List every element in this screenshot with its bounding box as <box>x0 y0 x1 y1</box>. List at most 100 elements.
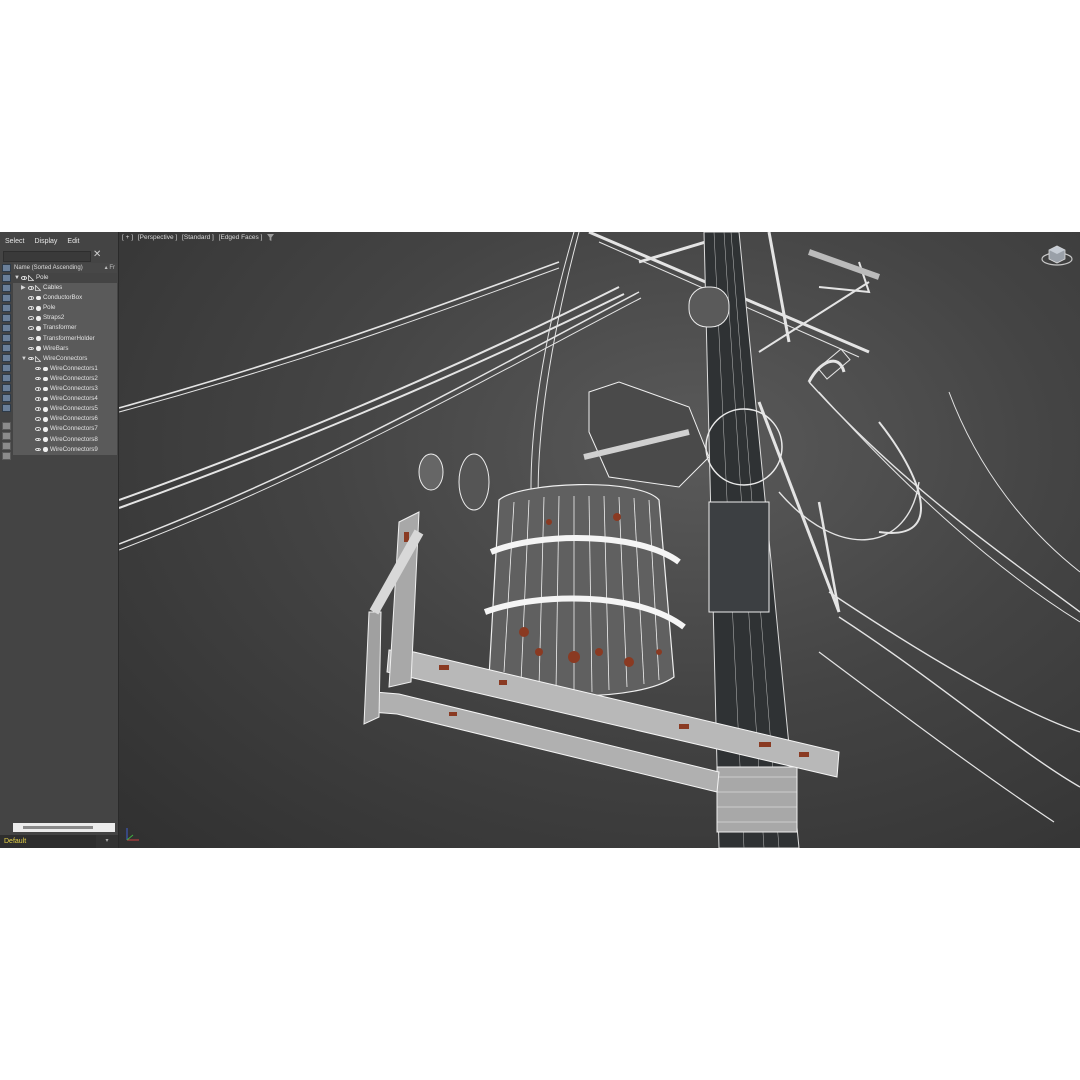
tree-row[interactable]: WireConnectors9 <box>13 444 117 455</box>
tree-row[interactable]: ConductorBox <box>13 293 117 304</box>
eye-icon[interactable] <box>28 316 34 320</box>
shape-icon[interactable] <box>2 304 11 312</box>
viewcube-icon[interactable] <box>1040 242 1074 268</box>
eye-icon[interactable] <box>35 437 41 441</box>
scene-explorer: Select Display Edit ✕ Name (Sorted Ascen… <box>0 232 119 848</box>
tree-row[interactable]: WireConnectors1 <box>13 363 117 374</box>
eye-icon[interactable] <box>35 397 41 401</box>
eye-icon[interactable] <box>28 286 34 290</box>
tree-row[interactable]: Straps2 <box>13 313 117 324</box>
object-icon <box>36 336 41 341</box>
tree-row-label: TransformerHolder <box>43 334 95 342</box>
object-icon <box>43 376 48 382</box>
object-icon <box>43 396 48 402</box>
tree-row[interactable]: TransformerHolder <box>13 333 117 344</box>
viewport-pov-menu[interactable]: [Perspective ] <box>138 234 177 241</box>
container-icon[interactable] <box>2 384 11 392</box>
tree-row[interactable]: ▼ Pole <box>13 273 117 283</box>
menu-select[interactable]: Select <box>0 238 29 245</box>
layer-icon[interactable] <box>2 422 11 430</box>
tree-row[interactable]: WireConnectors7 <box>13 424 117 435</box>
expand-right-icon[interactable]: ▶ <box>21 283 26 293</box>
tree-row[interactable]: WireConnectors3 <box>13 384 117 395</box>
eye-icon[interactable] <box>28 336 34 341</box>
xyz-axis-icon <box>126 828 139 841</box>
search-input[interactable] <box>3 251 91 262</box>
tree-row-label: Pole <box>43 304 56 312</box>
menu-display[interactable]: Display <box>29 238 62 245</box>
viewport-plus-menu[interactable]: [ + ] <box>122 234 133 241</box>
tree-row-label: Cables <box>43 284 63 292</box>
display-all-icon[interactable] <box>2 274 11 282</box>
object-icon <box>43 417 48 422</box>
helper-icon[interactable] <box>2 334 11 342</box>
layer-selector[interactable]: Default <box>0 835 96 848</box>
eye-icon[interactable] <box>35 447 41 452</box>
tree-row[interactable]: Transformer <box>13 323 117 334</box>
eye-icon[interactable] <box>35 427 41 431</box>
tree-row-label: WireBars <box>43 344 69 352</box>
sort-column-header[interactable]: ▴ Fr <box>105 263 115 273</box>
perspective-viewport[interactable]: [ + ] [Perspective ] [Standard ] [Edged … <box>119 232 1080 848</box>
tree-row[interactable]: Pole <box>13 303 117 314</box>
group-icon[interactable] <box>2 354 11 362</box>
eye-icon[interactable] <box>35 417 41 421</box>
eye-icon[interactable] <box>35 376 41 381</box>
camera-icon[interactable] <box>2 324 11 332</box>
geometry-icon[interactable] <box>2 294 11 302</box>
close-icon[interactable]: ✕ <box>93 249 101 261</box>
object-icon <box>43 407 48 412</box>
tree-row[interactable]: WireConnectors5 <box>13 404 117 415</box>
tree-row[interactable]: WireBars <box>13 343 117 354</box>
expand-down-icon[interactable]: ▼ <box>21 354 27 364</box>
transformer-pole-wireframe <box>119 232 1080 848</box>
tree-row[interactable]: WireConnectors6 <box>13 414 117 425</box>
tree-row[interactable]: WireConnectors8 <box>13 434 117 445</box>
eye-icon[interactable] <box>28 296 34 300</box>
eye-icon[interactable] <box>35 407 41 411</box>
xref-icon[interactable] <box>2 364 11 372</box>
chevron-down-icon[interactable]: ▾ <box>96 835 118 848</box>
eye-icon[interactable] <box>35 366 41 371</box>
tree-row[interactable]: ▼ WireConnectors <box>13 353 117 364</box>
tree-row[interactable]: WireConnectors2 <box>13 373 117 385</box>
viewport-shading-standard-menu[interactable]: [Standard ] <box>182 234 214 241</box>
display-none-icon[interactable] <box>2 264 11 272</box>
tree-row-label: WireConnectors8 <box>50 435 98 443</box>
object-icon <box>36 346 41 351</box>
column-header-label: Name (Sorted Ascending) <box>14 265 83 271</box>
tree-row[interactable]: ▶ Cables <box>13 283 117 294</box>
tree-row-label: WireConnectors <box>43 354 88 362</box>
tree-row-label: WireConnectors3 <box>50 385 98 393</box>
tree-row[interactable]: WireConnectors4 <box>13 394 117 405</box>
funnel-icon[interactable] <box>2 442 11 450</box>
eye-icon[interactable] <box>28 356 34 361</box>
eye-icon[interactable] <box>28 346 34 351</box>
tree-row-label: WireConnectors2 <box>50 374 98 382</box>
frozen-icon[interactable] <box>2 394 11 402</box>
scrollbar-thumb[interactable] <box>23 826 93 829</box>
viewport-display-menu[interactable]: [Edged Faces ] <box>219 234 263 241</box>
menu-edit[interactable]: Edit <box>62 238 84 245</box>
object-icon <box>43 427 48 432</box>
spacewarp-icon[interactable] <box>2 344 11 352</box>
bone-icon <box>35 285 41 291</box>
name-column-header[interactable]: Name (Sorted Ascending) ▴ Fr <box>13 263 117 273</box>
tab-icon[interactable] <box>2 452 11 460</box>
filter-icon[interactable] <box>2 432 11 440</box>
explorer-menubar: Select Display Edit <box>0 232 118 250</box>
tree-row-label: WireConnectors1 <box>50 364 98 372</box>
object-icon <box>36 295 41 301</box>
bone-icon[interactable] <box>2 374 11 382</box>
eye-icon[interactable] <box>28 326 34 330</box>
hidden-icon[interactable] <box>2 404 11 412</box>
expand-down-icon[interactable]: ▼ <box>14 273 20 283</box>
eye-icon[interactable] <box>21 276 27 280</box>
light-icon[interactable] <box>2 314 11 322</box>
eye-icon[interactable] <box>28 306 34 310</box>
display-invert-icon[interactable] <box>2 284 11 292</box>
eye-icon[interactable] <box>35 387 41 391</box>
horizontal-scrollbar[interactable] <box>13 823 115 832</box>
tree-row-label: WireConnectors5 <box>50 405 98 413</box>
funnel-icon[interactable] <box>267 233 275 241</box>
